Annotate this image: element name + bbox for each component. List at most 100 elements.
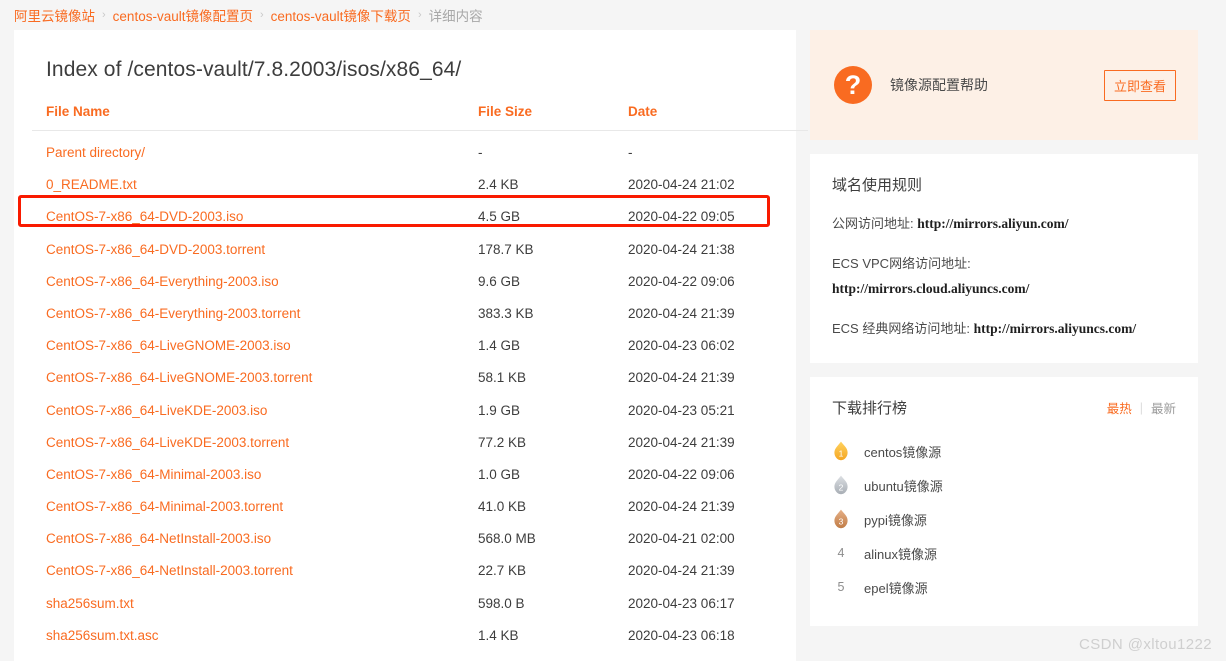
domain-rules-list: 公网访问地址: http://mirrors.aliyun.com/ECS VP… [832, 213, 1176, 339]
file-name-cell: CentOS-7-x86_64-LiveKDE-2003.iso [32, 394, 478, 426]
file-link[interactable]: CentOS-7-x86_64-NetInstall-2003.iso [46, 531, 271, 546]
file-size-cell: 383.3 KB [478, 305, 534, 321]
download-ranking-card: 下载排行榜 最热 | 最新 1 centos镜像源 2 ubuntu镜像源 3 pypi镜… [810, 377, 1198, 626]
file-size-cell: 1.9 GB [478, 402, 521, 418]
file-date-cell: 2020-04-24 21:39 [628, 434, 735, 450]
ranking-list-item[interactable]: 1 centos镜像源 [832, 434, 1176, 468]
view-now-button[interactable]: 立即查看 [1103, 69, 1176, 101]
domain-rule-url[interactable]: http://mirrors.aliyuncs.com/ [974, 321, 1137, 336]
file-name-cell: CentOS-7-x86_64-LiveGNOME-2003.torrent [32, 362, 478, 394]
file-name-cell: CentOS-7-x86_64-Minimal-2003.iso [32, 458, 478, 490]
file-link[interactable]: 0_README.txt [46, 177, 137, 192]
breadcrumb-separator: › [102, 9, 106, 21]
domain-rule-url[interactable]: http://mirrors.cloud.aliyuncs.com/ [832, 278, 1176, 299]
table-row: CentOS-7-x86_64-Minimal-2003.torrent 41.0… [32, 490, 808, 522]
file-size-cell: 4.5 GB [478, 209, 521, 225]
svg-text:1: 1 [839, 448, 844, 458]
file-size-cell: 22.7 KB [478, 563, 527, 579]
table-row: CentOS-7-x86_64-Minimal-2003.iso 1.0 GB 20… [32, 458, 808, 490]
file-link[interactable]: CentOS-7-x86_64-DVD-2003.torrent [46, 242, 265, 257]
table-row: 0_README.txt 2.4 KB 2020-04-24 21:02 [32, 169, 808, 201]
domain-rules-card: 域名使用规则 公网访问地址: http://mirrors.aliyun.com… [810, 154, 1198, 363]
file-size-cell: 1.4 GB [478, 338, 521, 354]
breadcrumb-current: 详细内容 [428, 9, 483, 24]
ranking-list-item[interactable]: 5 epel镜像源 [832, 570, 1176, 604]
tab-newest[interactable]: 最新 [1151, 398, 1176, 417]
file-link[interactable]: CentOS-7-x86_64-LiveKDE-2003.iso [46, 403, 267, 418]
rank-badge-bronze-icon: 3 [832, 509, 850, 529]
domain-rule-url[interactable]: http://mirrors.aliyun.com/ [917, 216, 1068, 231]
file-size-cell: 598.0 B [478, 595, 525, 611]
file-date-cell: 2020-04-24 21:39 [628, 370, 735, 386]
page-title: Index of /centos-vault/7.8.2003/isos/x86… [46, 58, 462, 81]
file-size-cell: 178.7 KB [478, 241, 534, 257]
ranking-tabs: 最热 | 最新 [1107, 398, 1176, 417]
table-row: sha256sum.txt 598.0 B 2020-04-23 06:17 [32, 587, 808, 619]
tab-hottest[interactable]: 最热 [1107, 398, 1132, 417]
file-link[interactable]: CentOS-7-x86_64-Minimal-2003.iso [46, 467, 261, 482]
file-name-cell: CentOS-7-x86_64-NetInstall-2003.iso [32, 523, 478, 555]
breadcrumb-separator: › [417, 9, 422, 21]
domain-rule-label: ECS 经典网络访问地址: [832, 321, 970, 336]
file-size-cell: 2.4 KB [478, 177, 519, 193]
column-header-file-size: File Size [478, 104, 628, 131]
file-link[interactable]: CentOS-7-x86_64-LiveGNOME-2003.iso [46, 338, 291, 353]
file-date-cell: - [628, 145, 633, 160]
file-table-body: Parent directory/ - - 0_README.txt 2.4 KB 202… [32, 131, 808, 652]
table-row: CentOS-7-x86_64-NetInstall-2003.torrent 2… [32, 555, 808, 587]
file-name-cell: CentOS-7-x86_64-NetInstall-2003.torrent [32, 555, 478, 587]
breadcrumb-link-1[interactable]: centos-vault镜像配置页 [113, 5, 253, 25]
ranking-item-label: ubuntu镜像源 [864, 478, 943, 494]
file-size-cell: 41.0 KB [478, 499, 527, 515]
file-link[interactable]: CentOS-7-x86_64-LiveGNOME-2003.torrent [46, 370, 312, 385]
file-name-cell: CentOS-7-x86_64-Minimal-2003.torrent [32, 490, 478, 522]
table-row: sha256sum.txt.asc 1.4 KB 2020-04-23 06:18 [32, 619, 808, 651]
ranking-list-item[interactable]: 2 ubuntu镜像源 [832, 468, 1176, 502]
sidebar: ? 镜像源配置帮助 立即查看 域名使用规则 公网访问地址: http://mir… [810, 30, 1198, 626]
column-header-file-name: File Name [32, 104, 478, 131]
file-date-cell: 2020-04-24 21:02 [628, 177, 735, 193]
file-date-cell: 2020-04-23 06:02 [628, 338, 735, 354]
file-name-cell: 0_README.txt [32, 169, 478, 201]
table-row: CentOS-7-x86_64-LiveGNOME-2003.torrent 58… [32, 362, 808, 394]
file-name-cell: CentOS-7-x86_64-LiveGNOME-2003.iso [32, 330, 478, 362]
file-date-cell: 2020-04-24 21:39 [628, 563, 735, 579]
file-index-card: Index of /centos-vault/7.8.2003/isos/x86… [14, 30, 808, 661]
file-link[interactable]: sha256sum.txt.asc [46, 628, 159, 643]
table-row: CentOS-7-x86_64-Everything-2003.torrent 3… [32, 297, 808, 329]
file-size-cell: 58.1 KB [478, 370, 527, 386]
file-date-cell: 2020-04-23 06:17 [628, 595, 735, 611]
table-row: CentOS-7-x86_64-DVD-2003.iso 4.5 GB 2020-0… [32, 201, 808, 233]
ranking-item-label: alinux镜像源 [864, 546, 937, 562]
ranking-item-label: centos镜像源 [864, 444, 942, 460]
question-mark-icon: ? [834, 66, 872, 104]
file-date-cell: 2020-04-24 21:39 [628, 499, 735, 515]
file-link[interactable]: sha256sum.txt [46, 596, 134, 611]
svg-text:2: 2 [839, 482, 844, 492]
mirror-help-banner[interactable]: ? 镜像源配置帮助 立即查看 [810, 30, 1198, 140]
file-link[interactable]: CentOS-7-x86_64-DVD-2003.iso [46, 209, 243, 224]
breadcrumb: 阿里云镜像站 › centos-vault镜像配置页 › centos-vault镜像下… [0, 0, 1226, 30]
file-link[interactable]: Parent directory/ [46, 145, 145, 160]
table-row: CentOS-7-x86_64-LiveGNOME-2003.iso 1.4 GB… [32, 330, 808, 362]
file-link[interactable]: CentOS-7-x86_64-Everything-2003.torrent [46, 306, 300, 321]
breadcrumb-link-0[interactable]: 阿里云镜像站 [14, 5, 95, 25]
table-row: CentOS-7-x86_64-NetInstall-2003.iso 568.0… [32, 523, 808, 555]
file-name-cell: Parent directory/ [32, 131, 478, 169]
file-date-cell: 2020-04-22 09:06 [628, 273, 735, 289]
column-header-date: Date [628, 104, 808, 131]
table-header-row: File Name File Size Date [32, 104, 808, 131]
breadcrumb-link-2[interactable]: centos-vault镜像下载页 [271, 5, 411, 25]
rank-number: 4 [837, 546, 845, 560]
ranking-list-item[interactable]: 4 alinux镜像源 [832, 536, 1176, 570]
table-row: CentOS-7-x86_64-DVD-2003.torrent 178.7 KB… [32, 233, 808, 265]
table-row: CentOS-7-x86_64-LiveKDE-2003.iso 1.9 GB 20… [32, 394, 808, 426]
file-link[interactable]: CentOS-7-x86_64-NetInstall-2003.torrent [46, 563, 293, 578]
ranking-list-item[interactable]: 3 pypi镜像源 [832, 502, 1176, 536]
file-date-cell: 2020-04-24 21:38 [628, 241, 735, 257]
ranking-list: 1 centos镜像源 2 ubuntu镜像源 3 pypi镜像源 4 alinux镜像源 5 e… [832, 434, 1176, 604]
file-link[interactable]: CentOS-7-x86_64-LiveKDE-2003.torrent [46, 435, 289, 450]
rank-badge-gold-icon: 1 [832, 441, 850, 461]
file-link[interactable]: CentOS-7-x86_64-Everything-2003.iso [46, 274, 279, 289]
file-link[interactable]: CentOS-7-x86_64-Minimal-2003.torrent [46, 499, 283, 514]
